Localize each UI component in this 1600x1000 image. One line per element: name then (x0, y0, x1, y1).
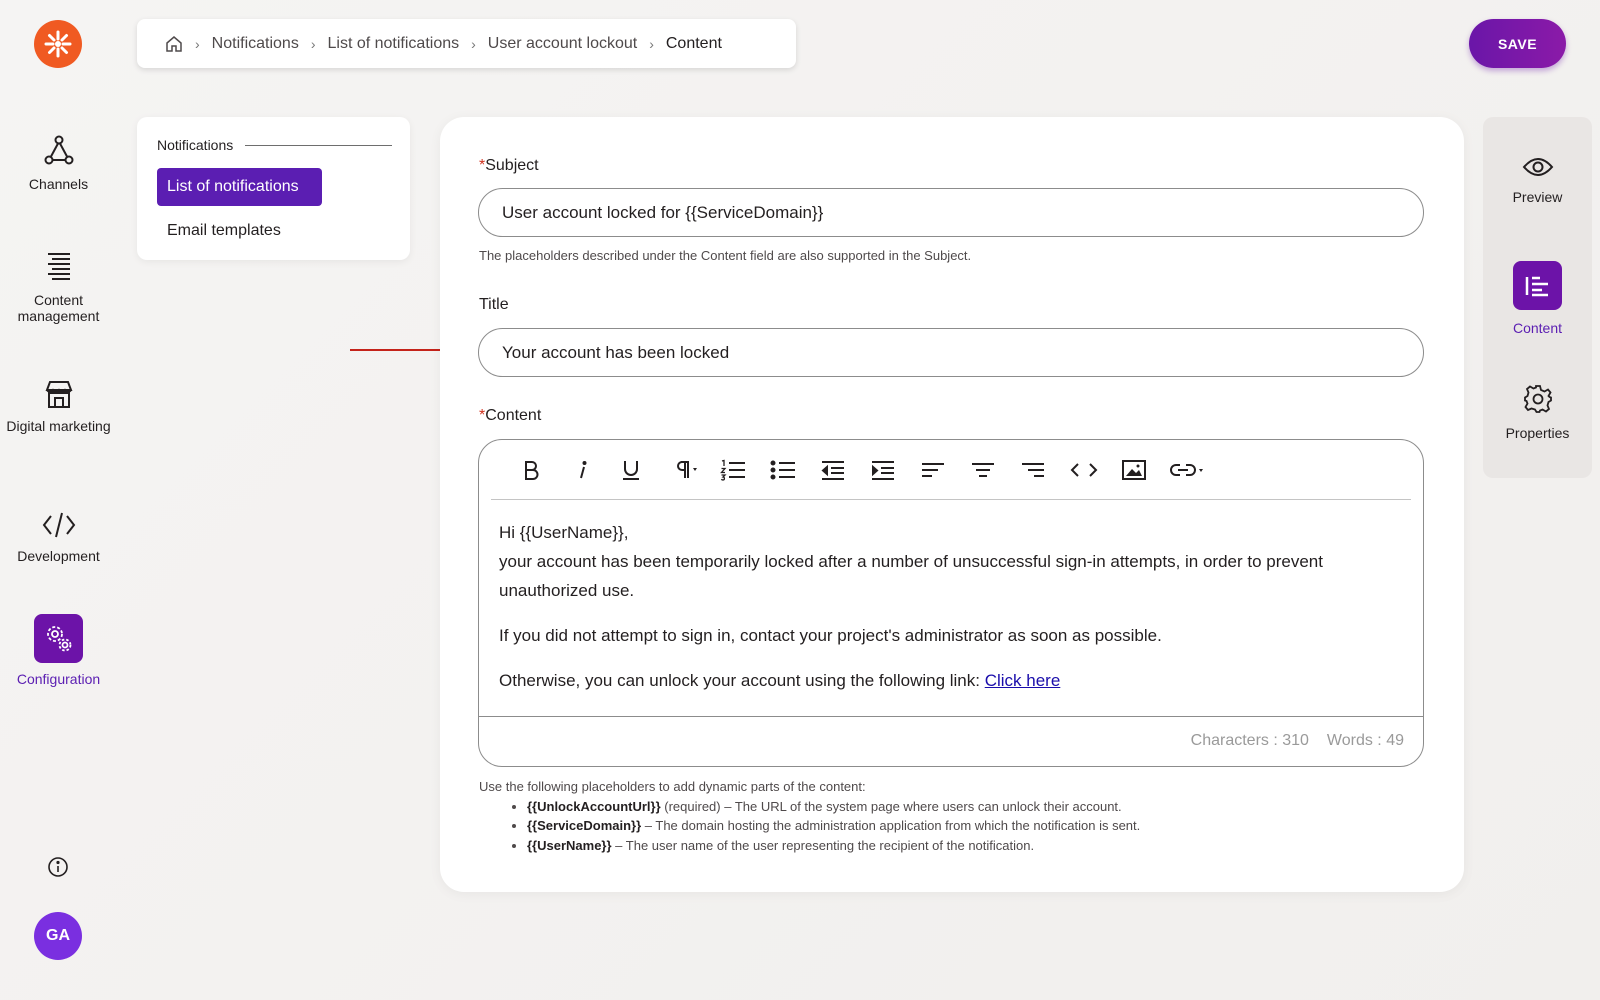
breadcrumb-separator: › (471, 35, 476, 52)
align-right-icon[interactable] (1020, 458, 1046, 482)
placeholder-description: – The domain hosting the administration … (641, 818, 1141, 833)
content-label-text: Content (485, 407, 542, 424)
content-management-icon (47, 253, 70, 280)
left-navigation: Channels Content management Digital mark… (0, 0, 117, 1000)
ordered-list-icon[interactable] (720, 458, 746, 482)
indent-icon[interactable] (870, 458, 896, 482)
word-count: Words : 49 (1326, 732, 1404, 749)
subnav-heading: Notifications (157, 137, 392, 153)
channels-icon (44, 135, 73, 165)
list-item: {{ServiceDomain}} – The domain hosting t… (527, 816, 1140, 836)
breadcrumb-notifications[interactable]: Notifications (212, 35, 299, 53)
breadcrumb-separator: › (649, 35, 654, 52)
placeholder-description: (required) – The URL of the system page … (660, 798, 1122, 814)
code-view-icon[interactable] (1070, 458, 1098, 482)
divider (245, 144, 392, 146)
digital-marketing-icon (45, 381, 72, 408)
nav-development-label: Development (17, 548, 100, 564)
nav-development[interactable]: Development (0, 510, 117, 564)
placeholder-name: {{UserName}} (527, 837, 612, 853)
unordered-list-icon[interactable] (770, 458, 796, 482)
home-icon[interactable] (165, 35, 183, 53)
nav-channels-label: Channels (28, 176, 89, 192)
placeholder-description: – The user name of the user representing… (611, 837, 1035, 853)
nav-digital-marketing-label: Digital marketing (6, 418, 111, 434)
content-greeting: Hi {{UserName}}, (499, 523, 629, 542)
save-button[interactable]: SAVE (1469, 19, 1566, 68)
right-panel-tabs: Preview Content Properties (1483, 117, 1592, 478)
placeholder-name: {{ServiceDomain}} (527, 818, 642, 833)
subnav-item-email-templates[interactable]: Email templates (167, 222, 281, 240)
configuration-icon (34, 614, 83, 663)
placeholder-list: {{UnlockAccountUrl}} (required) – The UR… (527, 797, 1140, 856)
placeholder-name: {{UnlockAccountUrl}} (527, 798, 661, 814)
info-icon[interactable] (47, 856, 69, 878)
subject-label-text: Subject (485, 157, 539, 174)
breadcrumb-list-of-notifications[interactable]: List of notifications (328, 35, 460, 53)
development-icon (42, 512, 75, 538)
tab-preview-label: Preview (1512, 189, 1563, 205)
placeholder-help: Use the following placeholders to add dy… (479, 777, 1140, 855)
nav-channels[interactable]: Channels (0, 134, 117, 192)
breadcrumb-separator: › (195, 35, 200, 52)
gear-icon (1523, 385, 1552, 413)
subject-label: *Subject (479, 157, 539, 175)
kentico-logo-icon[interactable] (34, 20, 82, 68)
title-input[interactable] (478, 328, 1424, 377)
list-item: {{UnlockAccountUrl}} (required) – The UR… (527, 797, 1140, 817)
breadcrumb-user-account-lockout[interactable]: User account lockout (488, 35, 637, 53)
tab-content-label: Content (1512, 320, 1563, 336)
breadcrumb: › Notifications › List of notifications … (137, 19, 796, 68)
align-center-icon[interactable] (970, 458, 996, 482)
avatar[interactable]: GA (34, 912, 82, 960)
subject-hint: The placeholders described under the Con… (479, 248, 972, 263)
editor-content-area[interactable]: Hi {{UserName}}, your account has been t… (499, 518, 1409, 711)
notification-content-form: *Subject The placeholders described unde… (440, 117, 1464, 892)
content-paragraph-3: Otherwise, you can unlock your account u… (499, 671, 985, 690)
subject-input[interactable] (478, 188, 1424, 237)
content-paragraph-1: your account has been temporarily locked… (499, 552, 1323, 600)
tab-content[interactable]: Content (1483, 261, 1592, 336)
editor-footer: Characters : 310 Words : 49 (479, 716, 1423, 766)
eye-icon (1522, 158, 1553, 176)
subnav-item-list-of-notifications[interactable]: List of notifications (157, 168, 322, 206)
placeholder-help-intro: Use the following placeholders to add dy… (479, 779, 866, 794)
subnav-heading-label: Notifications (157, 137, 234, 153)
editor-toolbar (491, 440, 1411, 500)
title-label: Title (479, 296, 509, 313)
nav-configuration-label: Configuration (16, 671, 101, 687)
content-label: *Content (479, 407, 541, 425)
nav-content-management-label: Content management (17, 292, 100, 324)
tab-properties-label: Properties (1505, 425, 1570, 441)
list-item: {{UserName}} – The user name of the user… (527, 836, 1140, 856)
underline-icon[interactable] (619, 458, 643, 482)
nav-digital-marketing[interactable]: Digital marketing (0, 378, 117, 434)
italic-icon[interactable] (570, 458, 594, 482)
click-here-link[interactable]: Click here (985, 671, 1061, 690)
breadcrumb-separator: › (310, 35, 316, 52)
insert-image-icon[interactable] (1121, 458, 1147, 482)
rich-text-editor: Hi {{UserName}}, your account has been t… (478, 439, 1424, 767)
character-count: Characters : 310 (1190, 732, 1309, 749)
tab-preview[interactable]: Preview (1483, 155, 1592, 205)
breadcrumb-current: Content (665, 34, 722, 52)
nav-content-management[interactable]: Content management (0, 250, 117, 324)
editor-counts: Characters : 310 Words : 49 (1191, 732, 1404, 750)
nav-configuration[interactable]: Configuration (0, 614, 117, 687)
content-icon (1513, 261, 1562, 310)
content-paragraph-2: If you did not attempt to sign in, conta… (499, 626, 1162, 645)
bold-icon[interactable] (519, 458, 543, 482)
outdent-icon[interactable] (820, 458, 846, 482)
align-left-icon[interactable] (920, 458, 946, 482)
tab-properties[interactable]: Properties (1483, 383, 1592, 441)
insert-link-icon[interactable] (1170, 458, 1212, 482)
paragraph-format-icon[interactable] (669, 458, 703, 482)
